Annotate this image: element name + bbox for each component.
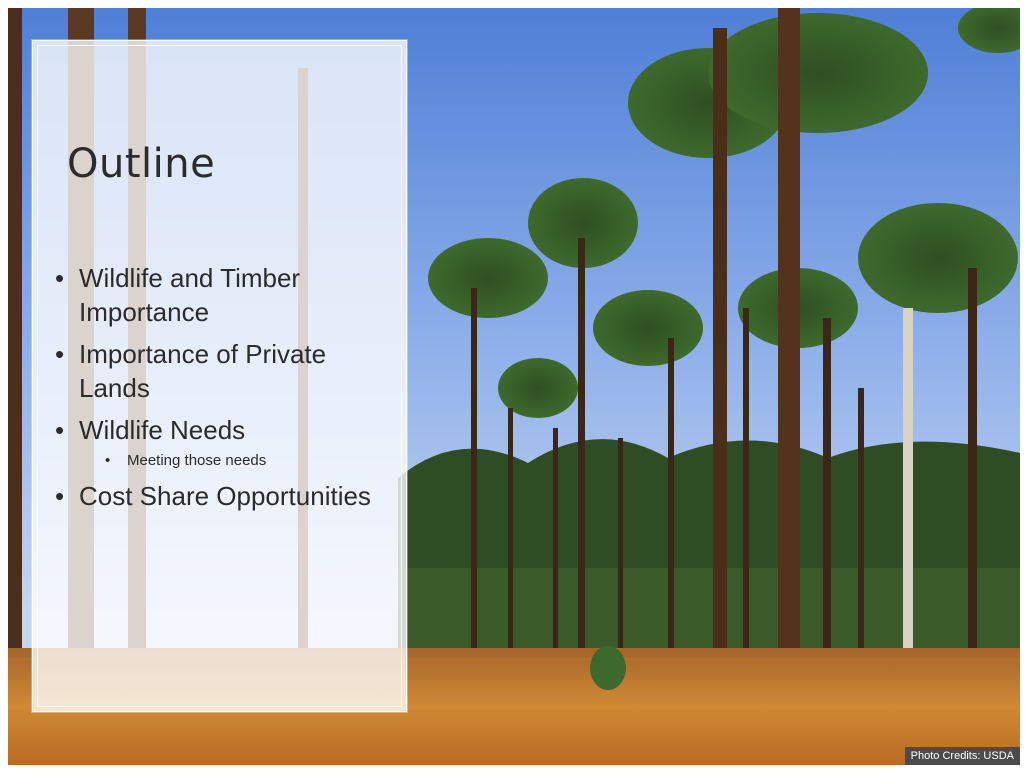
bullet-text: Wildlife and Timber Importance bbox=[79, 263, 301, 327]
bullet-text: Wildlife Needs bbox=[79, 415, 246, 445]
bullet-cost-share: Cost Share Opportunities bbox=[55, 479, 395, 513]
slide-title: Outline bbox=[67, 141, 216, 187]
outline-panel: Outline Wildlife and Timber Importance I… bbox=[32, 40, 407, 712]
bullet-text: Importance of Private Lands bbox=[79, 339, 327, 403]
bullet-private-lands: Importance of Private Lands bbox=[55, 337, 395, 405]
bullet-wildlife-needs: Wildlife Needs Meeting those needs bbox=[55, 413, 395, 471]
outline-list: Wildlife and Timber Importance Importanc… bbox=[55, 261, 395, 521]
bullet-wildlife-timber: Wildlife and Timber Importance bbox=[55, 261, 395, 329]
sub-bullet-meeting-needs: Meeting those needs bbox=[105, 451, 395, 471]
sub-bullet-list: Meeting those needs bbox=[79, 451, 395, 471]
bullet-text: Cost Share Opportunities bbox=[79, 481, 371, 511]
slide: Outline Wildlife and Timber Importance I… bbox=[8, 8, 1020, 765]
photo-credit: Photo Credits: USDA bbox=[904, 747, 1020, 765]
